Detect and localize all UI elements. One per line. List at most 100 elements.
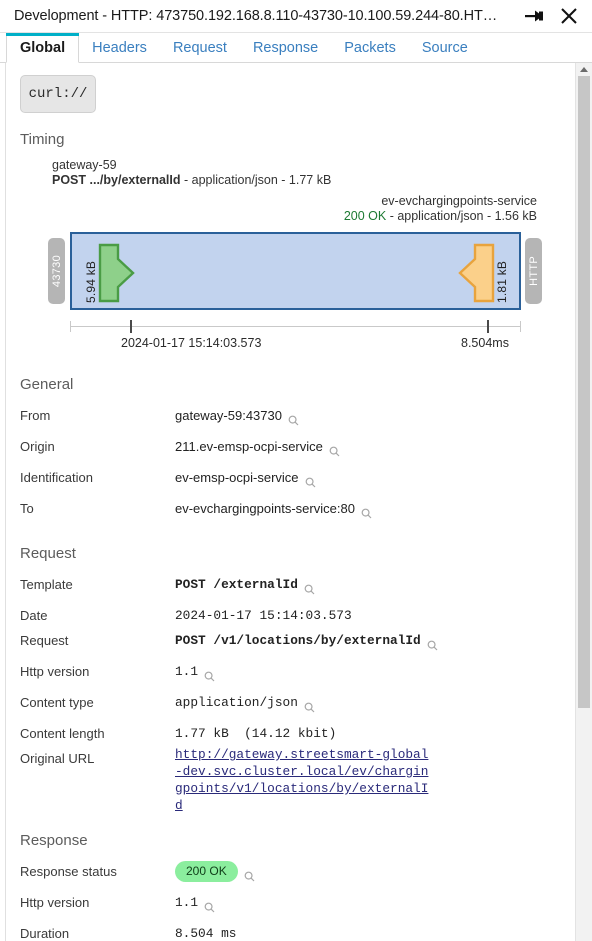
row-key: Duration: [20, 926, 70, 941]
timing-endcap-right-label: HTTP: [527, 256, 540, 286]
tab-label: Response: [252, 39, 319, 56]
request-size-label: 5.94 kB: [84, 260, 98, 303]
scroll-up-button[interactable]: [576, 63, 592, 76]
scrollbar-thumb[interactable]: [578, 76, 590, 708]
row-key: Http version: [20, 895, 90, 910]
close-button[interactable]: [552, 1, 586, 31]
table-row: Duration 8.504 ms: [0, 921, 575, 941]
timing-end-label: 8.504ms: [461, 336, 509, 350]
response-section-title: Response: [20, 832, 88, 849]
chevron-up-icon: [580, 67, 588, 72]
tab-label: Packets: [344, 39, 396, 56]
row-key: Date: [20, 608, 48, 623]
row-key: Template: [20, 577, 73, 592]
table-row: From gateway-59:43730: [0, 403, 575, 434]
global-panel: curl:// Timing gateway-59 POST .../by/ex…: [0, 63, 575, 941]
table-row: Content length 1.77 kB (14.12 kbit): [0, 721, 575, 746]
row-value: POST /v1/locations/by/externalId: [175, 628, 575, 659]
row-value-text: gateway-59:43730: [175, 408, 282, 423]
magnifier-icon[interactable]: [288, 409, 299, 434]
table-row: Date 2024-01-17 15:14:03.573: [0, 603, 575, 628]
response-size-label: 1.81 kB: [495, 260, 509, 303]
tab-response[interactable]: Response: [240, 33, 331, 62]
row-value-text: ev-evchargingpoints-service:80: [175, 501, 355, 516]
table-row: Content type application/json: [0, 690, 575, 721]
magnifier-icon[interactable]: [361, 502, 372, 527]
table-row: Response status 200 OK: [0, 859, 575, 890]
row-value: 200 OK: [175, 859, 575, 890]
row-value-text: 1.1: [175, 664, 199, 679]
timing-left-caption: gateway-59 POST .../by/externalId - appl…: [52, 158, 575, 188]
row-value: application/json: [175, 690, 575, 721]
title-bar: Development - HTTP: 473750.192.168.8.110…: [0, 0, 592, 33]
timing-right-caption: ev-evchargingpoints-service 200 OK - app…: [20, 194, 575, 224]
row-key: To: [20, 501, 34, 516]
row-value-text: 8.504 ms: [175, 926, 237, 941]
row-key: Content type: [20, 695, 94, 710]
magnifier-icon[interactable]: [305, 471, 316, 496]
magnifier-icon[interactable]: [304, 578, 315, 603]
timing-right-host: ev-evchargingpoints-service: [381, 194, 537, 208]
magnifier-icon[interactable]: [204, 896, 215, 921]
timing-diagram: gateway-59 POST .../by/externalId - appl…: [20, 158, 575, 358]
timing-left-host: gateway-59: [52, 158, 117, 172]
curl-button[interactable]: curl://: [20, 75, 96, 113]
timing-endcap-right: HTTP: [525, 238, 542, 304]
table-row: Template POST /externalId: [0, 572, 575, 603]
request-arrow-icon: [98, 243, 135, 303]
row-value: ev-evchargingpoints-service:80: [175, 496, 575, 527]
row-key: Content length: [20, 726, 105, 741]
magnifier-icon[interactable]: [329, 440, 340, 465]
tab-label: Source: [421, 39, 468, 56]
tab-global[interactable]: Global: [6, 33, 80, 63]
general-rows: From gateway-59:43730 Origin 211.ev-emsp…: [0, 403, 575, 527]
row-value: 2024-01-17 15:14:03.573: [175, 603, 575, 628]
timing-right-detail: - application/json - 1.56 kB: [386, 209, 537, 223]
row-value: http://gateway.streetsmart-global-dev.sv…: [175, 746, 575, 814]
row-key: Request: [20, 633, 69, 648]
timing-span-bar: 5.94 kB 1.81 kB: [70, 232, 521, 310]
table-row: To ev-evchargingpoints-service:80: [0, 496, 575, 527]
close-icon: [560, 7, 578, 25]
magnifier-icon[interactable]: [304, 696, 315, 721]
row-value-text: application/json: [175, 695, 298, 710]
tab-source[interactable]: Source: [409, 33, 481, 62]
row-value: 1.77 kB (14.12 kbit): [175, 721, 575, 746]
vertical-scrollbar[interactable]: [575, 63, 592, 941]
tab-packets[interactable]: Packets: [331, 33, 409, 62]
timing-section-title: Timing: [20, 131, 65, 148]
row-key: Identification: [20, 470, 93, 485]
magnifier-icon[interactable]: [204, 665, 215, 690]
row-key: From: [20, 408, 51, 423]
row-value: gateway-59:43730: [175, 403, 575, 434]
timing-endcap-left-label: 43730: [50, 254, 63, 288]
table-row: Origin 211.ev-emsp-ocpi-service: [0, 434, 575, 465]
status-badge: 200 OK: [175, 861, 238, 882]
row-value-text: POST /externalId: [175, 577, 298, 592]
table-row: Http version 1.1: [0, 659, 575, 690]
timing-start-label: 2024-01-17 15:14:03.573: [121, 336, 262, 350]
request-arrow-group: 5.94 kB: [84, 243, 136, 303]
row-value-text: 2024-01-17 15:14:03.573: [175, 608, 352, 623]
table-row: Original URL http://gateway.streetsmart-…: [0, 746, 575, 814]
table-row: Request POST /v1/locations/by/externalId: [0, 628, 575, 659]
http-inspector-window: Development - HTTP: 473750.192.168.8.110…: [0, 0, 592, 941]
request-rows: Template POST /externalId Date 2024-01-1…: [0, 572, 575, 814]
timing-axis-cap-end: [520, 321, 521, 332]
tab-label: Request: [172, 39, 227, 56]
tab-headers[interactable]: Headers: [79, 33, 160, 62]
tab-request[interactable]: Request: [160, 33, 240, 62]
response-arrow-icon: [458, 243, 495, 303]
table-row: Http version 1.1: [0, 890, 575, 921]
row-value-text: 211.ev-emsp-ocpi-service: [175, 439, 323, 454]
original-url-link[interactable]: http://gateway.streetsmart-global-dev.sv…: [175, 746, 435, 814]
row-value-text: 1.1: [175, 895, 199, 910]
magnifier-icon[interactable]: [244, 865, 255, 890]
magnifier-icon[interactable]: [427, 634, 438, 659]
timing-endcap-left: 43730: [48, 238, 65, 304]
request-section-title: Request: [20, 545, 76, 562]
pin-button[interactable]: [518, 1, 552, 31]
timing-right-status: 200 OK: [343, 209, 387, 223]
row-key: Response status: [20, 864, 117, 879]
timing-axis-cap-start: [70, 321, 71, 332]
